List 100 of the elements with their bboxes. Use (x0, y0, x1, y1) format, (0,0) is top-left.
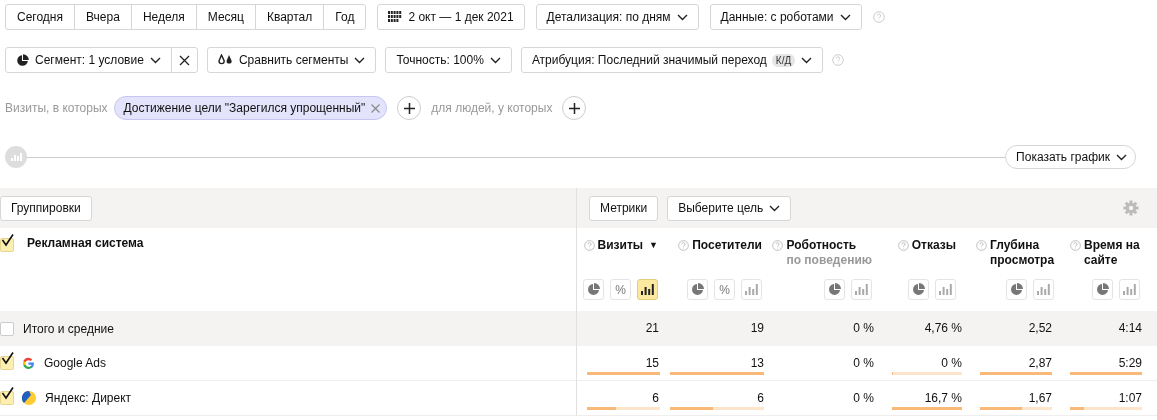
model-badge: К/Д (771, 53, 796, 67)
drops-icon (217, 54, 233, 66)
calendar-icon (388, 11, 403, 23)
settings-icon[interactable] (1123, 200, 1139, 216)
caret-icon (1116, 153, 1127, 161)
table-cell: 6 (652, 391, 659, 405)
close-icon[interactable] (371, 103, 381, 113)
table-cell: 5:29 (1118, 356, 1142, 370)
close-icon (178, 54, 190, 66)
pie-view-button[interactable] (1092, 279, 1113, 300)
pie-chart-icon (587, 283, 600, 296)
plus-icon (403, 102, 415, 114)
help-icon[interactable] (678, 240, 690, 251)
pie-chart-icon (1096, 283, 1109, 296)
column-header[interactable]: Визиты (597, 238, 644, 253)
period-tab[interactable]: Год (323, 4, 367, 30)
plus-icon (568, 102, 580, 114)
goal-select[interactable]: Выберите цель (667, 195, 792, 221)
pie-view-button[interactable] (1006, 279, 1027, 300)
table-cell: 1:07 (1118, 391, 1142, 405)
bar-chart-icon (939, 284, 952, 295)
table-cell: 0 % (853, 356, 874, 370)
help-icon[interactable] (897, 240, 909, 251)
period-tab[interactable]: Квартал (254, 4, 325, 30)
condition-label: Визиты, в которых (5, 101, 108, 115)
bar-chart-icon (745, 284, 758, 295)
sort-indicator[interactable]: ▼ (649, 240, 658, 250)
table-cell: 0 % (941, 356, 962, 370)
pie-view-button[interactable] (687, 279, 708, 300)
caret-icon (489, 56, 501, 64)
table-cell: 19 (750, 321, 764, 335)
accuracy-select[interactable]: Точность: 100% (385, 47, 512, 73)
value-bar (1070, 407, 1142, 410)
percent-view-button[interactable]: % (610, 279, 631, 300)
goal-condition-chip[interactable]: Достижение цели "Зарегился упрощенный" (113, 96, 388, 120)
caret-icon (354, 56, 366, 64)
attribution-select[interactable]: Атрибуция: Последний значимый переход К/Д (520, 47, 824, 73)
column-header: Рекламная система (27, 236, 144, 250)
pie-view-button[interactable] (583, 279, 604, 300)
table-cell: 0 % (853, 391, 874, 405)
metrics-button[interactable]: Метрики (589, 195, 659, 221)
direct-logo-icon (22, 391, 36, 405)
caret-icon (769, 204, 781, 212)
pie-chart-icon (828, 283, 841, 296)
pie-chart-icon (912, 283, 925, 296)
value-bar (892, 407, 962, 410)
clear-segment-button[interactable] (170, 47, 198, 73)
help-icon[interactable] (872, 11, 885, 23)
table-cell: 13 (750, 356, 764, 370)
table-cell: 4,76 % (924, 321, 962, 335)
value-bar (892, 372, 962, 375)
add-condition-button[interactable] (397, 96, 422, 120)
groupings-button[interactable]: Группировки (0, 195, 92, 221)
bars-view-button[interactable] (637, 279, 658, 300)
add-condition-button[interactable] (562, 96, 587, 120)
help-icon[interactable] (1070, 240, 1081, 251)
table-cell: 16,7 % (924, 391, 962, 405)
table-cell: 1,67 (1028, 391, 1052, 405)
pie-view-button[interactable] (908, 279, 929, 300)
pie-chart-icon (16, 53, 29, 67)
column-header[interactable]: Посетители (692, 238, 762, 253)
row-label: Google Ads (44, 356, 107, 370)
checkbox[interactable] (0, 321, 14, 336)
column-header[interactable]: Роботность по поведению (786, 238, 872, 268)
caret-icon (839, 13, 851, 21)
bar-chart-icon (1123, 284, 1136, 295)
segment-select[interactable]: Сегмент: 1 условие (5, 47, 172, 73)
period-tab[interactable]: Месяц (195, 4, 256, 30)
condition-label: для людей, у которых (431, 101, 553, 115)
table-cell: 2,87 (1028, 356, 1052, 370)
table-cell: 15 (645, 356, 659, 370)
help-icon[interactable] (976, 240, 987, 251)
table-cell: 0 % (853, 321, 874, 335)
table-cell: 6 (757, 391, 764, 405)
detail-select[interactable]: Детализация: по дням (535, 4, 699, 30)
value-bar (980, 407, 1052, 410)
data-select[interactable]: Данные: с роботами (709, 4, 862, 30)
help-icon[interactable] (832, 54, 845, 66)
table-cell: 4:14 (1118, 321, 1142, 335)
period-tab[interactable]: Сегодня (5, 4, 75, 30)
column-header[interactable]: Глубина просмотра (990, 238, 1054, 268)
show-chart-button[interactable]: Показать график (1005, 145, 1136, 169)
compare-segments-button[interactable]: Сравнить сегменты (206, 47, 377, 73)
period-tab[interactable]: Неделя (130, 4, 197, 30)
column-header[interactable]: Время на сайте (1084, 238, 1140, 268)
percent-view-button[interactable]: % (714, 279, 735, 300)
value-bar (980, 372, 1052, 375)
google-logo-icon (22, 356, 35, 370)
help-icon[interactable] (772, 240, 784, 251)
bar-chart-icon (641, 284, 654, 295)
caret-icon (801, 56, 813, 64)
pie-chart-icon (1010, 283, 1023, 296)
period-tab[interactable]: Вчера (74, 4, 132, 30)
date-range-button[interactable]: 2 окт — 1 дек 2021 (377, 4, 525, 30)
pie-chart-icon (691, 283, 704, 296)
pie-view-button[interactable] (824, 279, 845, 300)
help-icon[interactable] (583, 240, 595, 251)
chart-toggle-icon[interactable] (5, 146, 27, 168)
column-header[interactable]: Отказы (911, 238, 956, 253)
caret-icon (676, 13, 688, 21)
